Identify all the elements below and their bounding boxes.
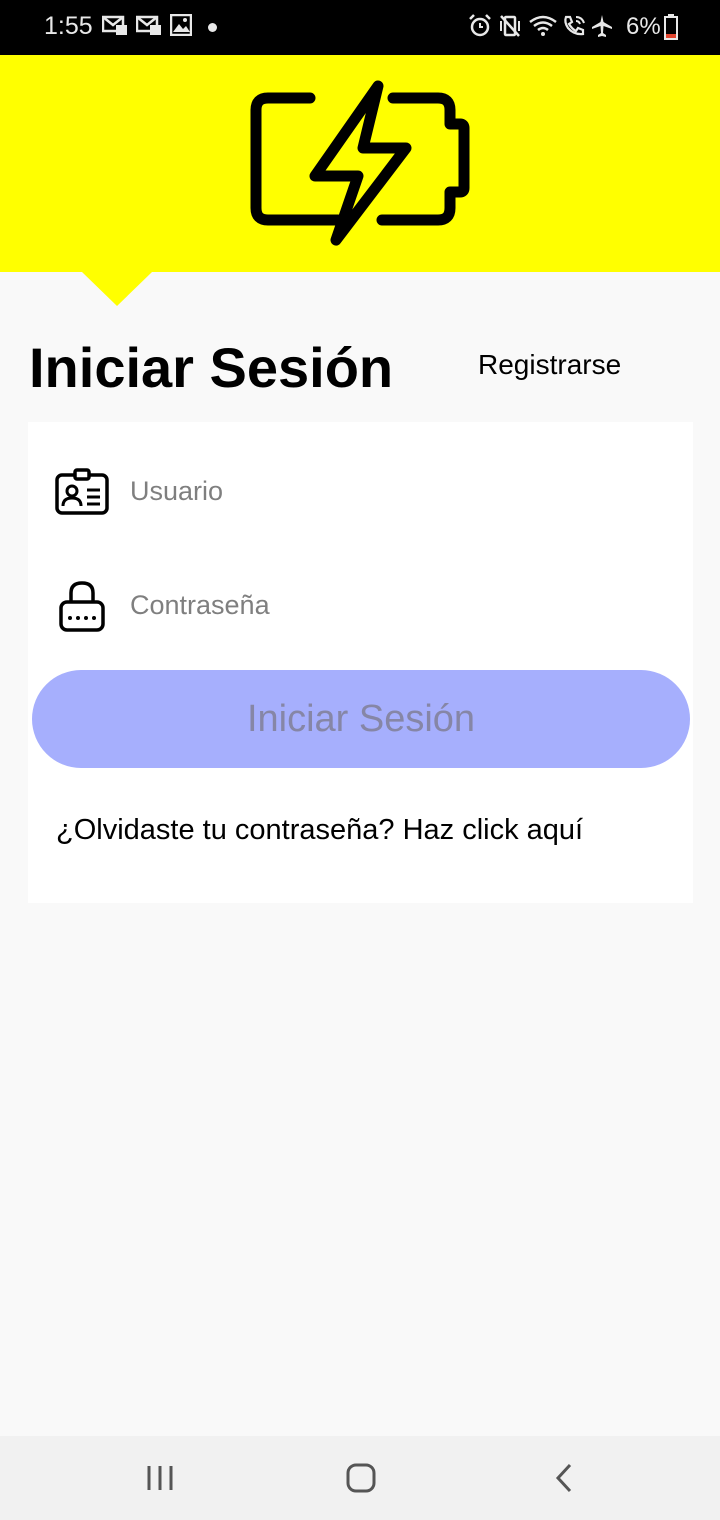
battery-percentage: 6% <box>626 13 661 40</box>
register-link[interactable]: Registrarse <box>478 349 621 381</box>
page-title: Iniciar Sesión <box>29 336 394 399</box>
header-notch <box>82 272 152 306</box>
password-input[interactable] <box>128 564 652 646</box>
vibrate-icon <box>500 15 520 37</box>
status-time: 1:55 <box>44 12 93 40</box>
login-button[interactable]: Iniciar Sesión <box>32 670 690 768</box>
id-card-icon <box>55 468 109 515</box>
wifi-calling-icon <box>564 15 585 36</box>
battery-low-icon <box>664 14 678 40</box>
login-card: Iniciar Sesión ¿Olvidaste tu contraseña?… <box>28 422 693 903</box>
password-field <box>28 564 693 646</box>
alarm-icon <box>469 14 491 37</box>
username-field <box>28 450 693 532</box>
recent-apps-icon[interactable] <box>146 1458 176 1498</box>
username-input[interactable] <box>128 450 652 532</box>
notification-dot <box>208 23 217 32</box>
status-bar: 1:55 6% <box>0 0 720 55</box>
back-icon[interactable] <box>550 1458 578 1498</box>
forgot-password-link[interactable]: ¿Olvidaste tu contraseña? Haz click aquí <box>56 814 583 847</box>
system-nav-bar <box>0 1436 720 1520</box>
battery-charging-icon <box>250 80 470 246</box>
home-icon[interactable] <box>344 1458 378 1498</box>
email-notification-icon <box>102 15 127 35</box>
email-notification-icon <box>136 15 161 35</box>
lock-icon <box>59 581 105 632</box>
image-icon <box>170 14 192 36</box>
airplane-mode-icon <box>592 15 612 37</box>
wifi-icon <box>529 15 557 36</box>
